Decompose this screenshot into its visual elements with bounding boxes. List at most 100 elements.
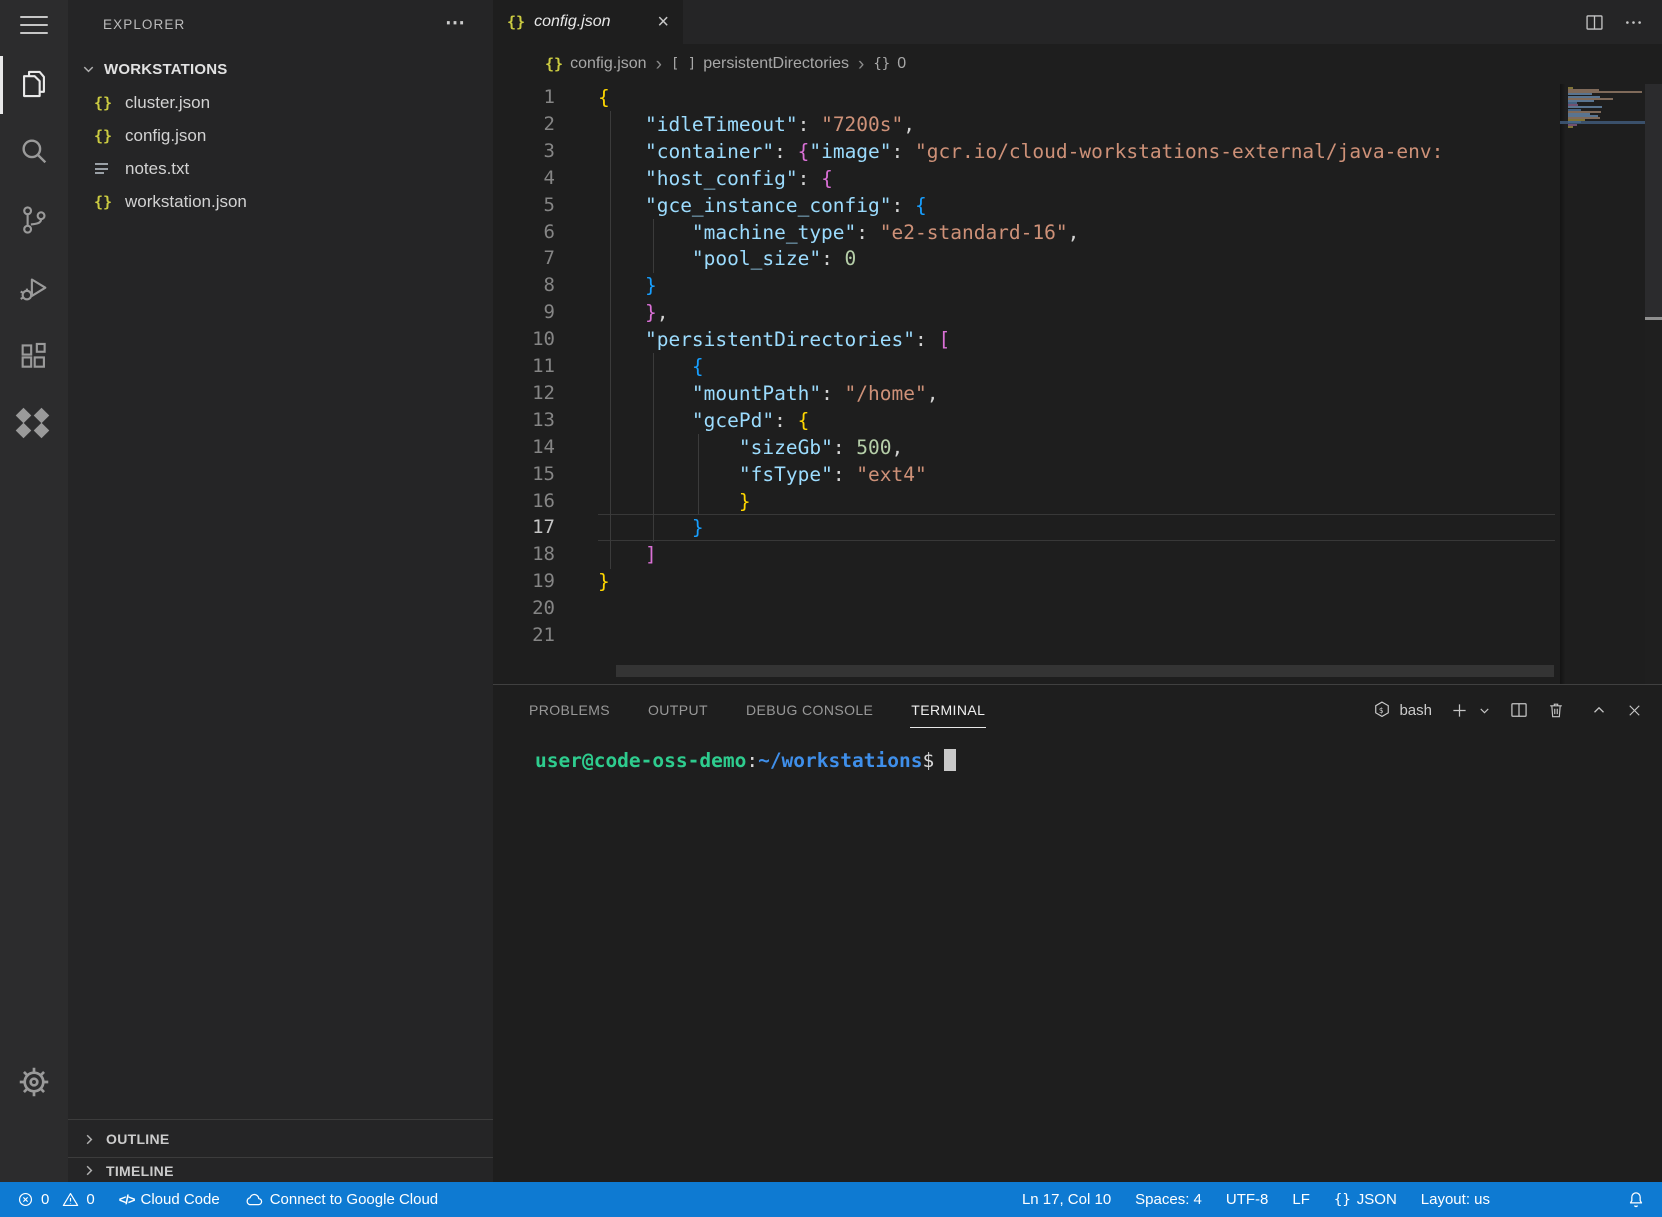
workspace-folder-label: WORKSTATIONS bbox=[104, 61, 228, 78]
indentation[interactable]: Spaces: 4 bbox=[1135, 1191, 1202, 1208]
line-number: 18 bbox=[493, 541, 555, 568]
terminal-dropdown-button[interactable] bbox=[1477, 703, 1492, 718]
file-tree-item[interactable]: {}workstation.json bbox=[68, 185, 493, 218]
debug-icon bbox=[17, 271, 51, 305]
file-tree-item[interactable]: {}config.json bbox=[68, 119, 493, 152]
bottom-panel: PROBLEMS OUTPUT DEBUG CONSOLE TERMINAL $ ba… bbox=[493, 684, 1662, 1182]
tab-config-json[interactable]: {} config.json × bbox=[493, 0, 683, 44]
line-number: 17 bbox=[493, 514, 555, 541]
sidebar-item-cloud-code[interactable] bbox=[0, 395, 68, 451]
terminal-user-host: user@code-oss-demo bbox=[535, 749, 746, 772]
code-line: "mountPath": "/home", bbox=[598, 380, 938, 407]
scrollbar-thumb[interactable] bbox=[1645, 84, 1662, 317]
files-icon bbox=[17, 67, 51, 101]
json-file-icon: {} bbox=[92, 94, 114, 112]
terminal-shell-selector[interactable]: $ bash bbox=[1372, 700, 1432, 720]
line-number: 9 bbox=[493, 299, 555, 326]
breadcrumb-item[interactable]: {} config.json bbox=[545, 55, 647, 73]
tab-bar: {} config.json × bbox=[493, 0, 1662, 44]
sidebar-item-extensions[interactable] bbox=[0, 328, 68, 384]
close-icon bbox=[1625, 701, 1644, 720]
line-number: 20 bbox=[493, 595, 555, 622]
file-tree-item[interactable]: notes.txt bbox=[68, 152, 493, 185]
line-number: 1 bbox=[493, 84, 555, 111]
cursor-position[interactable]: Ln 17, Col 10 bbox=[1022, 1191, 1111, 1208]
sidebar-item-source-control[interactable] bbox=[0, 192, 68, 248]
json-file-icon: {} bbox=[545, 55, 563, 73]
sidebar-item-search[interactable] bbox=[0, 123, 68, 179]
cloud-code-status[interactable]: </> Cloud Code bbox=[119, 1191, 220, 1208]
terminal-icon: $ bbox=[1372, 700, 1392, 720]
breadcrumb-separator-icon: › bbox=[858, 55, 864, 74]
outline-label: OUTLINE bbox=[106, 1131, 170, 1147]
workstations-section-header[interactable]: WORKSTATIONS bbox=[68, 53, 493, 86]
editor[interactable]: 123456789101112131415161718192021 { "idl… bbox=[493, 84, 1560, 684]
notifications-button[interactable] bbox=[1626, 1190, 1646, 1210]
chevron-up-icon bbox=[1590, 701, 1608, 719]
gear-icon bbox=[16, 1064, 52, 1100]
new-terminal-button[interactable] bbox=[1449, 700, 1470, 721]
application-menu-icon[interactable] bbox=[0, 0, 68, 50]
breadcrumb-item[interactable]: [ ]persistentDirectories bbox=[671, 55, 849, 73]
horizontal-scrollbar[interactable] bbox=[616, 665, 1554, 677]
panel-tab-terminal[interactable]: TERMINAL bbox=[910, 696, 986, 724]
minimap-line bbox=[1568, 126, 1573, 128]
explorer-more-actions-icon[interactable]: ⋯ bbox=[445, 10, 467, 35]
panel-tab-output[interactable]: OUTPUT bbox=[647, 696, 709, 724]
split-terminal-button[interactable] bbox=[1509, 700, 1529, 720]
file-name: workstation.json bbox=[125, 192, 247, 212]
code-line: } bbox=[598, 272, 657, 299]
chevron-down-icon bbox=[1477, 703, 1492, 718]
breadcrumb-separator-icon: › bbox=[656, 55, 662, 74]
timeline-label: TIMELINE bbox=[106, 1163, 174, 1179]
code-line: { bbox=[598, 84, 610, 111]
sidebar-item-run-debug[interactable] bbox=[0, 260, 68, 316]
breadcrumb-label: persistentDirectories bbox=[703, 55, 849, 73]
warning-count: 0 bbox=[86, 1191, 94, 1208]
terminal-content[interactable]: user@code-oss-demo:~/workstations$ bbox=[535, 747, 956, 774]
keyboard-layout[interactable]: Layout: us bbox=[1421, 1191, 1490, 1208]
code-line: "persistentDirectories": [ bbox=[598, 326, 950, 353]
connect-google-cloud[interactable]: Connect to Google Cloud bbox=[244, 1190, 438, 1210]
line-number: 7 bbox=[493, 245, 555, 272]
source-control-icon bbox=[17, 203, 51, 237]
panel-tab-problems[interactable]: PROBLEMS bbox=[528, 696, 611, 724]
code-line: "pool_size": 0 bbox=[598, 245, 856, 272]
kill-terminal-button[interactable] bbox=[1546, 700, 1566, 720]
problems-status[interactable]: 0 0 bbox=[16, 1190, 95, 1209]
split-editor-icon[interactable] bbox=[1584, 12, 1605, 33]
explorer-header: EXPLORER ⋯ bbox=[68, 0, 493, 48]
close-tab-icon[interactable]: × bbox=[657, 12, 669, 32]
timeline-section-header[interactable]: TIMELINE bbox=[68, 1157, 493, 1183]
close-panel-button[interactable] bbox=[1625, 701, 1644, 720]
editor-actions bbox=[1584, 0, 1644, 44]
vertical-scrollbar[interactable] bbox=[1645, 84, 1662, 684]
sidebar-item-explorer[interactable] bbox=[0, 56, 68, 112]
panel-actions: $ bash bbox=[1372, 685, 1644, 735]
more-actions-icon[interactable] bbox=[1623, 12, 1644, 33]
outline-section-header[interactable]: OUTLINE bbox=[68, 1119, 493, 1158]
eol-sequence[interactable]: LF bbox=[1292, 1191, 1310, 1208]
code-line: } bbox=[598, 488, 751, 515]
breadcrumb-item[interactable]: {}0 bbox=[873, 55, 906, 73]
code-line: "machine_type": "e2-standard-16", bbox=[598, 219, 1079, 246]
code-line: "gcePd": { bbox=[598, 407, 809, 434]
terminal-prompt-char: $ bbox=[922, 749, 934, 772]
line-number: 5 bbox=[493, 192, 555, 219]
chevron-down-icon bbox=[81, 62, 96, 77]
maximize-panel-button[interactable] bbox=[1590, 701, 1608, 719]
breadcrumb-label: config.json bbox=[570, 55, 647, 73]
json-file-icon: {} bbox=[507, 13, 525, 31]
code-line: "host_config": { bbox=[598, 165, 833, 192]
chevron-right-icon bbox=[82, 1163, 97, 1178]
settings-button[interactable] bbox=[0, 1054, 68, 1110]
language-mode[interactable]: {} JSON bbox=[1334, 1191, 1397, 1208]
file-tree-item[interactable]: {}cluster.json bbox=[68, 86, 493, 119]
panel-tab-debug-console[interactable]: DEBUG CONSOLE bbox=[745, 696, 874, 724]
line-number: 6 bbox=[493, 219, 555, 246]
code-line: ] bbox=[598, 541, 657, 568]
minimap[interactable] bbox=[1560, 84, 1645, 684]
encoding[interactable]: UTF-8 bbox=[1226, 1191, 1269, 1208]
json-file-icon: {} bbox=[92, 127, 114, 145]
code-line: }, bbox=[598, 299, 668, 326]
